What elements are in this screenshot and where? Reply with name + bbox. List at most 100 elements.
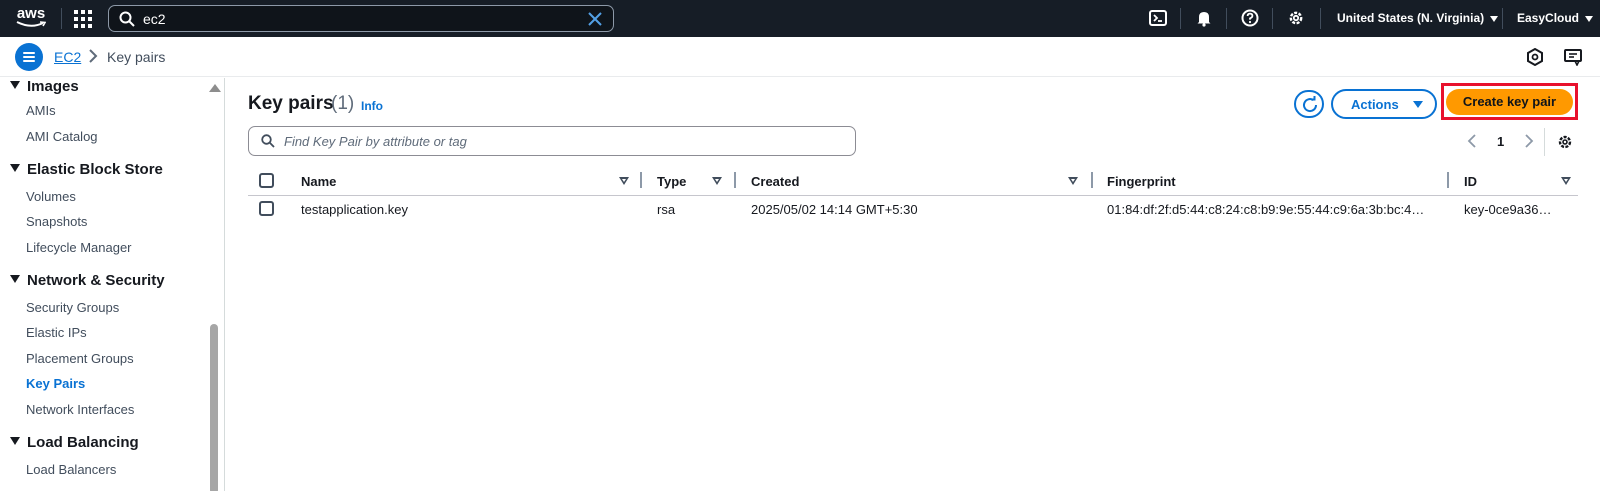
- help-icon[interactable]: [1241, 9, 1261, 29]
- caret-down-icon: [10, 81, 20, 89]
- table-header: Name Type Created Fingerprint ID: [248, 170, 1578, 196]
- select-all-checkbox[interactable]: [259, 173, 274, 188]
- sidebar-item-security-groups[interactable]: Security Groups: [26, 300, 119, 315]
- sidebar-item-ami-catalog[interactable]: AMI Catalog: [26, 129, 98, 144]
- sidebar-item-key-pairs[interactable]: Key Pairs: [26, 376, 85, 391]
- refresh-button[interactable]: [1294, 90, 1324, 118]
- nav-section-network-security[interactable]: Network & Security: [10, 272, 165, 289]
- sidebar-item-network-interfaces[interactable]: Network Interfaces: [26, 402, 134, 417]
- sort-icon[interactable]: [619, 177, 629, 185]
- caret-down-icon: [10, 164, 20, 172]
- cloudshell-icon[interactable]: [1149, 9, 1169, 29]
- page-title: Key pairs: [248, 93, 334, 114]
- divider: [1320, 8, 1321, 29]
- actions-dropdown-button[interactable]: Actions: [1331, 89, 1437, 119]
- section-label: Elastic Block Store: [27, 161, 163, 178]
- create-key-pair-button[interactable]: Create key pair: [1446, 89, 1573, 115]
- breadcrumb-ec2-link[interactable]: EC2: [54, 49, 81, 65]
- menu-icon-line: [23, 60, 35, 62]
- column-resizer[interactable]: [1447, 172, 1449, 188]
- info-link[interactable]: Info: [361, 99, 383, 113]
- column-resizer[interactable]: [640, 172, 642, 188]
- side-nav-toggle-button[interactable]: [15, 43, 43, 71]
- column-header-name[interactable]: Name: [301, 174, 336, 189]
- cell-created: 2025/05/02 14:14 GMT+5:30: [751, 202, 918, 217]
- account-menu[interactable]: EasyCloud: [1517, 11, 1594, 25]
- sidebar-item-placement-groups[interactable]: Placement Groups: [26, 351, 134, 366]
- sidebar-item-elastic-ips[interactable]: Elastic IPs: [26, 325, 87, 340]
- clear-icon[interactable]: [587, 11, 603, 32]
- aws-smile-icon: [16, 21, 46, 27]
- menu-icon-line: [23, 56, 35, 58]
- sort-icon[interactable]: [1068, 177, 1078, 185]
- filter-placeholder: Find Key Pair by attribute or tag: [284, 134, 467, 149]
- nav-section-elastic-block-store[interactable]: Elastic Block Store: [10, 161, 163, 178]
- sidebar-item-amis[interactable]: AMIs: [26, 103, 56, 118]
- create-key-pair-highlight: Create key pair: [1441, 83, 1578, 120]
- column-resizer[interactable]: [1091, 172, 1093, 188]
- cell-fingerprint: 01:84:df:2f:d5:44:c8:24:c8:b9:9e:55:44:c…: [1107, 202, 1425, 217]
- menu-icon: [23, 52, 35, 54]
- section-label: Network & Security: [27, 272, 165, 289]
- column-header-created[interactable]: Created: [751, 174, 799, 189]
- region-selector[interactable]: United States (N. Virginia): [1337, 11, 1499, 25]
- caret-down-icon: [1413, 101, 1423, 108]
- cell-type: rsa: [657, 202, 676, 217]
- search-value: ec2: [143, 11, 166, 27]
- global-search-input[interactable]: ec2: [108, 5, 614, 32]
- actions-label: Actions: [1351, 97, 1399, 112]
- pagination-prev-icon[interactable]: [1467, 134, 1477, 153]
- caret-down-icon: [1585, 15, 1594, 22]
- sidebar-item-snapshots[interactable]: Snapshots: [26, 214, 87, 229]
- side-navigation: Images AMIs AMI Catalog Elastic Block St…: [0, 78, 225, 491]
- notifications-shield-icon[interactable]: [1526, 47, 1544, 71]
- pagination-page-number[interactable]: 1: [1497, 134, 1504, 149]
- sort-icon[interactable]: [712, 177, 722, 185]
- chevron-right-icon: [88, 49, 98, 68]
- tools-panel-icon[interactable]: [1564, 48, 1582, 71]
- item-count: (1): [331, 93, 355, 114]
- sidebar-item-lifecycle-manager[interactable]: Lifecycle Manager: [26, 240, 132, 255]
- divider: [1226, 8, 1227, 29]
- account-label: EasyCloud: [1517, 11, 1580, 25]
- divider: [1544, 128, 1545, 156]
- column-header-type[interactable]: Type: [657, 174, 686, 189]
- column-header-id[interactable]: ID: [1464, 174, 1477, 189]
- preferences-gear-icon[interactable]: [1557, 134, 1573, 155]
- section-label: Images: [27, 78, 79, 95]
- divider: [1272, 8, 1273, 29]
- caret-down-icon: [10, 437, 20, 445]
- bell-icon[interactable]: [1195, 9, 1215, 29]
- scrollbar-thumb[interactable]: [210, 324, 218, 491]
- settings-gear-icon[interactable]: [1287, 9, 1307, 29]
- filter-input[interactable]: Find Key Pair by attribute or tag: [248, 126, 856, 156]
- search-icon: [119, 11, 135, 32]
- caret-down-icon: [1490, 15, 1499, 22]
- nav-section-images[interactable]: Images: [10, 78, 79, 95]
- top-navigation-bar: aws ec2 United States (N. Virginia) Easy…: [0, 0, 1600, 37]
- column-header-fingerprint[interactable]: Fingerprint: [1107, 174, 1176, 189]
- region-label: United States (N. Virginia): [1337, 11, 1485, 25]
- caret-down-icon: [10, 275, 20, 283]
- apps-grid-icon[interactable]: [74, 10, 92, 28]
- sidebar-item-load-balancers[interactable]: Load Balancers: [26, 462, 116, 477]
- column-resizer[interactable]: [734, 172, 736, 188]
- divider: [61, 8, 62, 29]
- row-checkbox[interactable]: [259, 201, 274, 216]
- cell-name: testapplication.key: [301, 202, 408, 217]
- pagination-next-icon[interactable]: [1524, 134, 1534, 153]
- breadcrumb-bar: EC2 Key pairs: [0, 37, 1600, 77]
- scroll-up-icon[interactable]: [209, 84, 221, 92]
- aws-logo[interactable]: aws: [14, 6, 48, 32]
- search-icon: [261, 134, 275, 153]
- divider: [1502, 8, 1503, 29]
- sidebar-item-volumes[interactable]: Volumes: [26, 189, 76, 204]
- divider: [1180, 8, 1181, 29]
- sort-icon[interactable]: [1561, 177, 1571, 185]
- sidebar-scrollbar[interactable]: [206, 78, 222, 491]
- nav-section-load-balancing[interactable]: Load Balancing: [10, 434, 139, 451]
- refresh-icon: [1303, 96, 1318, 113]
- cell-id: key-0ce9a36…: [1464, 202, 1552, 217]
- breadcrumb-current: Key pairs: [107, 49, 166, 65]
- section-label: Load Balancing: [27, 434, 139, 451]
